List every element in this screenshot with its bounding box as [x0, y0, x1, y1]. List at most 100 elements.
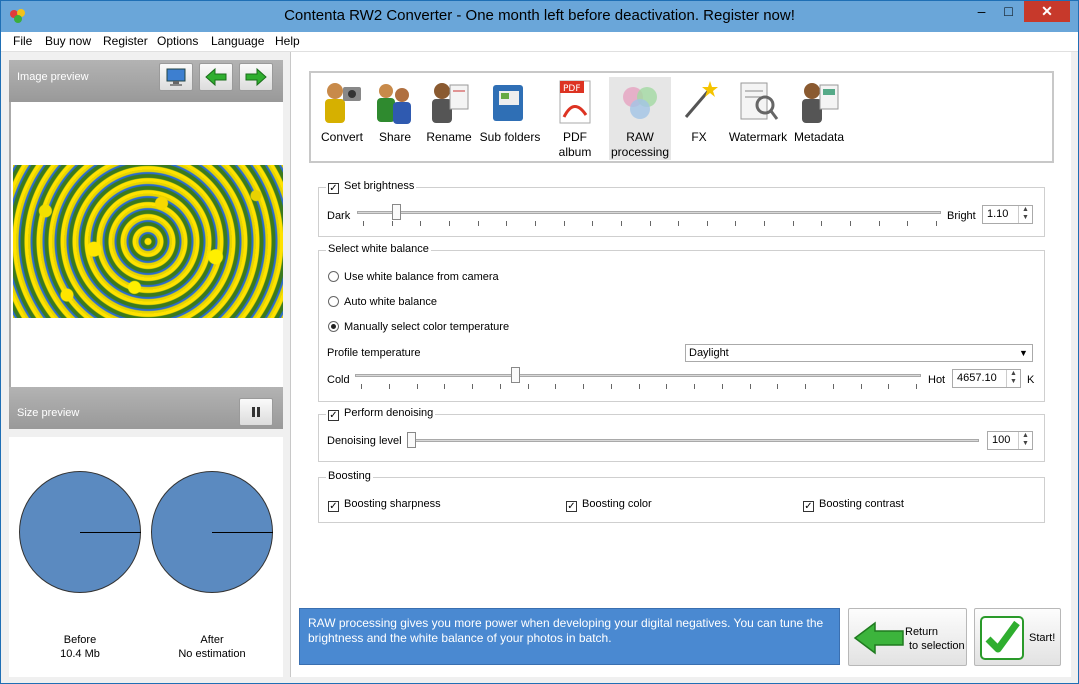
white-balance-title: Select white balance — [326, 243, 431, 255]
before-pie-chart — [19, 471, 141, 593]
tool-share[interactable]: Share — [371, 77, 419, 145]
tool-watermark[interactable]: Watermark — [727, 77, 789, 145]
tool-rename[interactable]: Rename — [423, 77, 475, 145]
next-button[interactable] — [239, 63, 273, 91]
wb-option-manual[interactable]: Manually select color temperature — [328, 321, 509, 333]
size-preview-header: Size preview — [9, 387, 283, 429]
slider-tick — [389, 384, 390, 389]
return-to-selection-button[interactable]: Return to selection — [848, 608, 967, 666]
denoising-level-label: Denoising level — [327, 435, 402, 447]
menu-bar: File Buy now Register Options Language H… — [1, 32, 1078, 52]
tool-pdf-album[interactable]: PDF PDF album — [545, 77, 605, 160]
slider-tick — [750, 384, 751, 389]
kelvin-unit: K — [1027, 374, 1035, 386]
slider-tick — [363, 221, 364, 226]
denoising-spinbox[interactable]: 100 ▲ ▼ — [987, 431, 1033, 450]
profile-temperature-label: Profile temperature — [327, 347, 421, 359]
boosting-title: Boosting — [326, 470, 373, 482]
wb-option-camera[interactable]: Use white balance from camera — [328, 271, 499, 283]
tool-metadata[interactable]: Metadata — [791, 77, 847, 145]
menu-options[interactable]: Options — [157, 34, 198, 48]
boosting-contrast-checkbox[interactable]: ✓ Boosting contrast — [803, 498, 904, 512]
temperature-slider-ticks — [361, 384, 917, 390]
brightness-slider-track[interactable] — [357, 211, 941, 214]
slider-tick — [821, 221, 822, 226]
brightness-spinbox[interactable]: 1.10 ▲ ▼ — [982, 205, 1033, 224]
denoising-group: ✓ Perform denoising Denoising level 100 ▲… — [318, 407, 1045, 462]
temperature-value: 4657.10 — [957, 372, 997, 384]
tool-convert[interactable]: Convert — [315, 77, 369, 145]
title-bar[interactable]: Contenta RW2 Converter - One month left … — [1, 1, 1078, 32]
boosting-contrast-label: Boosting contrast — [819, 498, 904, 510]
pause-button[interactable] — [239, 398, 273, 426]
fx-icon — [684, 81, 718, 118]
temperature-slider-thumb[interactable] — [511, 367, 520, 383]
after-label: After — [200, 634, 224, 646]
menu-buy-now[interactable]: Buy now — [45, 34, 91, 48]
app-window: Contenta RW2 Converter - One month left … — [0, 0, 1079, 684]
boosting-color-label: Boosting color — [582, 498, 652, 510]
previous-button[interactable] — [199, 63, 233, 91]
watermark-icon — [740, 82, 779, 120]
slider-tick — [805, 384, 806, 389]
menu-help[interactable]: Help — [275, 34, 300, 48]
denoising-slider-track[interactable] — [407, 439, 979, 442]
wb-option-manual-label: Manually select color temperature — [344, 321, 510, 333]
minimize-button[interactable]: – — [968, 1, 995, 22]
spin-arrows-icon[interactable]: ▲ ▼ — [1018, 432, 1032, 449]
boosting-color-box[interactable]: ✓ — [566, 501, 577, 512]
start-button[interactable]: Start! — [974, 608, 1061, 666]
slider-tick — [936, 221, 937, 226]
denoising-slider-thumb[interactable] — [407, 432, 416, 448]
slider-tick — [850, 221, 851, 226]
spin-arrows-icon[interactable]: ▲ ▼ — [1006, 370, 1020, 387]
menu-file[interactable]: File — [13, 34, 32, 48]
wb-option-camera-radio[interactable] — [328, 271, 339, 282]
boosting-sharpness-box[interactable]: ✓ — [328, 501, 339, 512]
slider-tick — [735, 221, 736, 226]
tool-fx[interactable]: FX — [675, 77, 723, 145]
slider-tick — [777, 384, 778, 389]
close-button[interactable]: ✕ — [1024, 1, 1070, 22]
temperature-slider-track[interactable] — [355, 374, 921, 377]
tool-metadata-label: Metadata — [793, 130, 845, 144]
pause-icon — [252, 407, 260, 417]
brightness-checkbox-box[interactable]: ✓ — [328, 183, 339, 194]
boosting-sharpness-label: Boosting sharpness — [344, 498, 441, 510]
denoising-checkbox-box[interactable]: ✓ — [328, 410, 339, 421]
metadata-icon — [802, 83, 839, 123]
slider-tick — [528, 384, 529, 389]
left-panel: Image preview Size preview Before 10.4 M… — [9, 60, 283, 677]
slider-tick — [888, 384, 889, 389]
boosting-sharpness-checkbox[interactable]: ✓ Boosting sharpness — [328, 498, 441, 512]
spin-arrows-icon[interactable]: ▲ ▼ — [1018, 206, 1032, 223]
denoising-checkbox[interactable]: ✓ Perform denoising — [326, 407, 436, 421]
tool-raw-processing[interactable]: RAW processing — [609, 77, 671, 160]
slider-tick — [833, 384, 834, 389]
boosting-group: Boosting ✓ Boosting sharpness ✓ Boosting c… — [318, 470, 1045, 523]
menu-register[interactable]: Register — [103, 34, 148, 48]
wb-option-auto[interactable]: Auto white balance — [328, 296, 437, 308]
profile-temperature-value: Daylight — [689, 347, 729, 359]
boosting-color-checkbox[interactable]: ✓ Boosting color — [566, 498, 652, 512]
monitor-button[interactable] — [159, 63, 193, 91]
profile-temperature-select[interactable]: Daylight ▼ — [685, 344, 1033, 362]
slider-tick — [650, 221, 651, 226]
svg-text:PDF: PDF — [563, 84, 581, 94]
slider-tick — [478, 221, 479, 226]
wb-option-manual-radio[interactable] — [328, 321, 339, 332]
slider-tick — [583, 384, 584, 389]
main-panel: Convert Share Rename Sub folders PDF PDF… — [290, 52, 1071, 677]
tool-subfolders[interactable]: Sub folders — [479, 77, 541, 145]
slider-tick — [907, 221, 908, 226]
maximize-button[interactable]: □ — [995, 1, 1022, 22]
brightness-checkbox[interactable]: ✓ Set brightness — [326, 180, 417, 194]
before-value: 10.4 Mb — [60, 648, 100, 660]
menu-language[interactable]: Language — [211, 34, 264, 48]
boosting-contrast-box[interactable]: ✓ — [803, 501, 814, 512]
tool-raw-processing-label-line2: processing — [610, 145, 670, 159]
temperature-spinbox[interactable]: 4657.10 ▲ ▼ — [952, 369, 1021, 388]
chevron-down-icon[interactable]: ▼ — [1017, 347, 1030, 359]
wb-option-auto-radio[interactable] — [328, 296, 339, 307]
brightness-slider-thumb[interactable] — [392, 204, 401, 220]
